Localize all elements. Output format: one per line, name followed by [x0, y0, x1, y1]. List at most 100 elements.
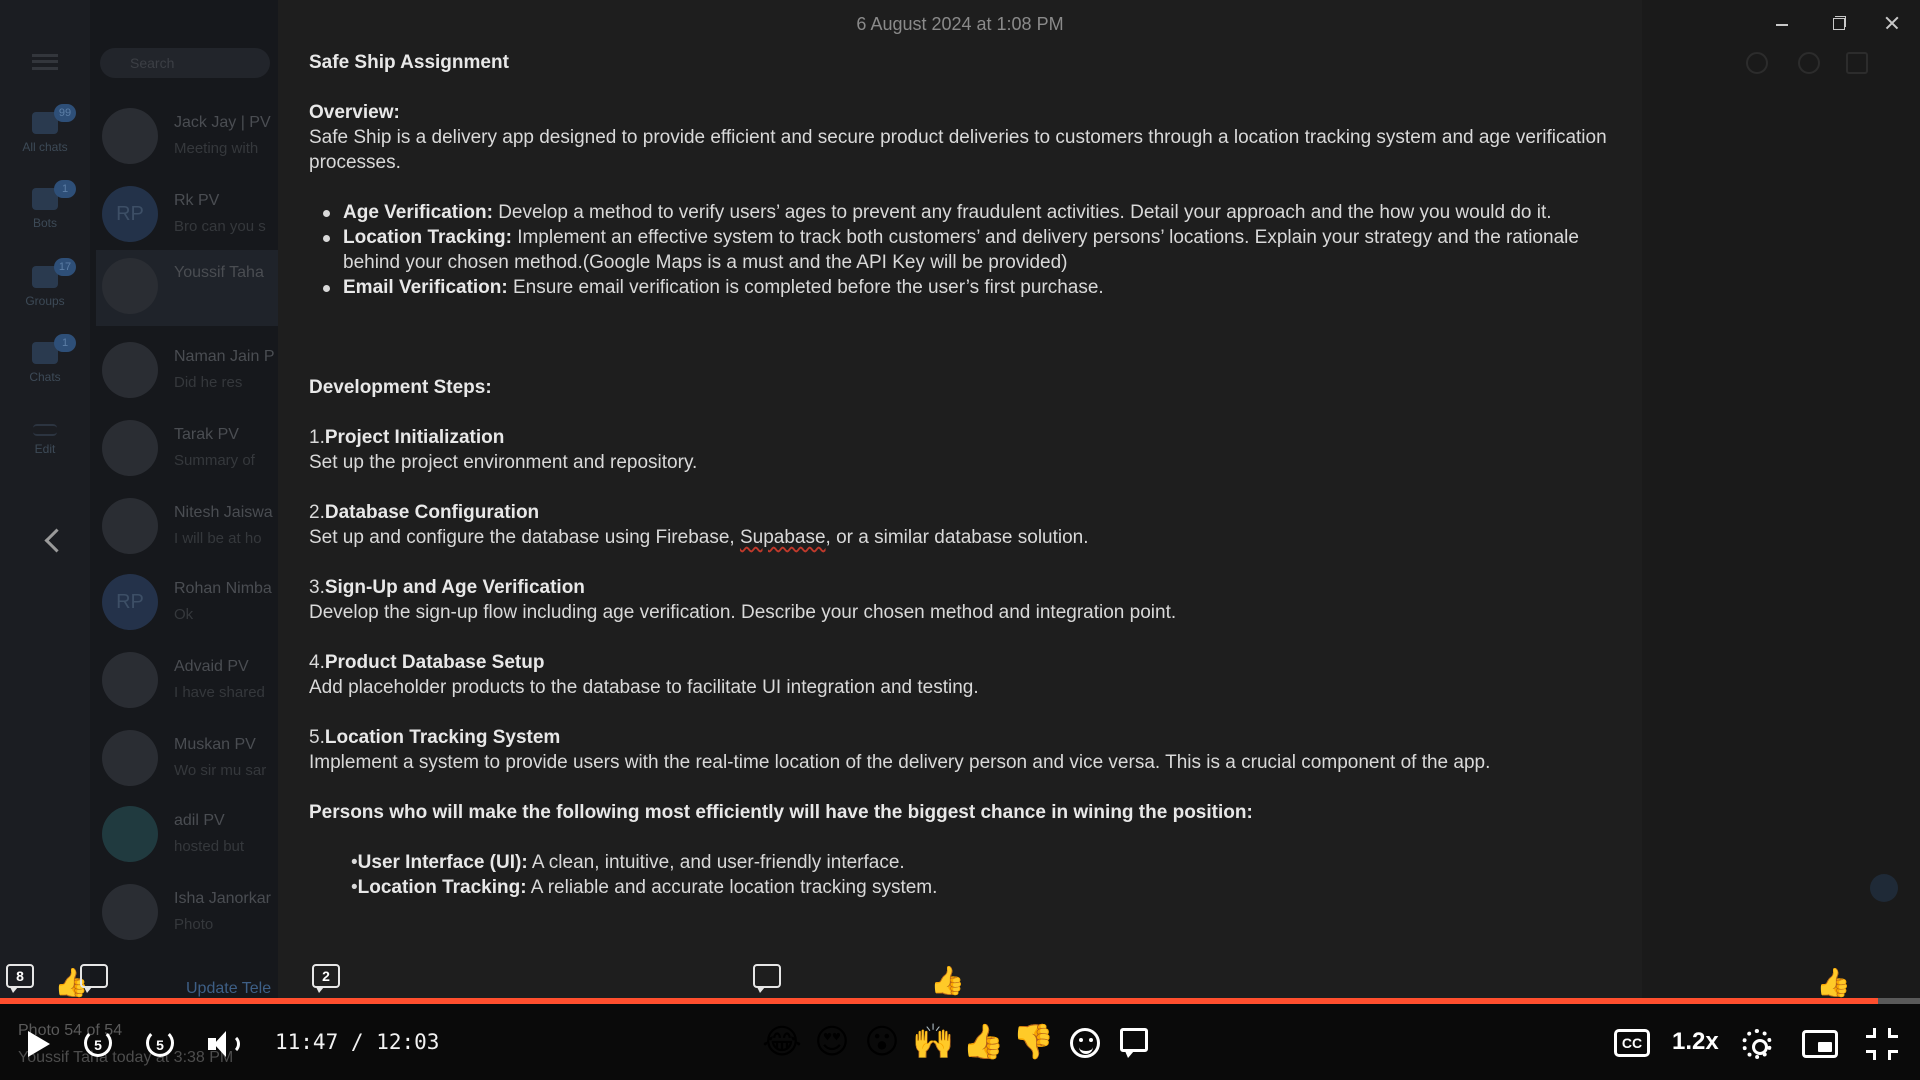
previous-photo-button[interactable] — [44, 525, 62, 555]
requirements-list: Age Verification: Develop a method to ve… — [309, 200, 1629, 300]
chat-list-item-active: Youssif Taha — [96, 250, 282, 326]
reaction-thumbs-down[interactable]: 👎 — [1012, 1022, 1054, 1062]
comment-button-icon[interactable] — [1120, 1028, 1148, 1058]
avatar — [102, 806, 158, 862]
chat-name: adil PV — [174, 812, 225, 829]
step-desc-text: , or a similar database solution. — [825, 527, 1089, 548]
step-desc: Add placeholder products to the database… — [309, 677, 979, 698]
chat-list-item: Muskan PV Wo sir mu sar — [96, 722, 282, 792]
folder-chats: 1 Chats — [12, 334, 78, 402]
rewind-5-button[interactable]: 5 — [82, 1027, 118, 1061]
comment-count-marker[interactable]: 8 — [6, 964, 34, 993]
comment-count-marker[interactable]: 2 — [312, 964, 340, 993]
chat-preview: Did he res — [174, 374, 243, 391]
requirement-item: Location Tracking: Implement an effectiv… — [309, 225, 1629, 275]
chat-name: Rk PV — [174, 192, 220, 209]
video-player[interactable]: 99 All chats 1 Bots 17 Groups 1 Chats Ed… — [0, 0, 1920, 1080]
criteria-heading: Persons who will make the following most… — [309, 802, 1253, 823]
minimize-button[interactable] — [1764, 10, 1800, 36]
folder-groups: 17 Groups — [12, 258, 78, 326]
thumbs-up-marker-icon[interactable]: 👍 — [1816, 966, 1851, 999]
step-number: 5. — [309, 727, 325, 748]
avatar — [102, 730, 158, 786]
chat-list-item: RP Rk PV Bro can you s — [96, 178, 282, 248]
add-reaction-icon[interactable] — [1070, 1028, 1100, 1058]
step-title: 4.Product Database Setup — [309, 650, 1629, 675]
step-title: 5.Location Tracking System — [309, 725, 1629, 750]
criteria-text: A clean, intuitive, and user-friendly in… — [527, 852, 905, 873]
captions-button[interactable]: CC — [1614, 1029, 1650, 1057]
step-title-text: Sign-Up and Age Verification — [324, 577, 585, 598]
phone-icon — [1798, 52, 1820, 74]
folder-badge: 99 — [54, 104, 76, 122]
reaction-bar: 😂 😍 😮 🙌 👍 👎 — [762, 1022, 1054, 1064]
chevron-down-icon — [1870, 908, 1898, 936]
play-button[interactable] — [26, 1027, 50, 1061]
playback-speed-button[interactable]: 1.2x — [1672, 1028, 1719, 1056]
search-icon — [1746, 52, 1768, 74]
thumbs-up-marker-icon[interactable]: 👍 — [930, 964, 965, 997]
close-button[interactable] — [1874, 10, 1910, 36]
requirement-text: Implement an effective system to track b… — [343, 227, 1579, 273]
reaction-thumbs-up[interactable]: 👍 — [962, 1022, 1004, 1062]
forward-5-button[interactable]: 5 — [144, 1027, 180, 1061]
chat-name: Rohan Nimba — [174, 580, 272, 597]
criteria-bullet: • — [351, 852, 358, 873]
avatar — [102, 498, 158, 554]
volume-button[interactable] — [206, 1027, 242, 1061]
chat-preview: Summary of — [174, 452, 255, 469]
time-separator: / — [350, 1030, 364, 1054]
exit-fullscreen-icon[interactable] — [1866, 1028, 1898, 1060]
chat-preview: Meeting with — [174, 140, 259, 157]
folder-bots: 1 Bots — [12, 180, 78, 248]
chat-name: Isha Janorkar — [174, 890, 271, 907]
photo-date: 6 August 2024 at 1:08 PM — [856, 14, 1064, 34]
search-placeholder: Search — [130, 55, 175, 71]
chat-name: Naman Jain P — [174, 348, 275, 365]
requirement-label: Location Tracking: — [343, 227, 512, 248]
folder-edit: Edit — [12, 420, 78, 480]
folder-badge: 1 — [54, 334, 76, 352]
overview-heading: Overview: — [309, 102, 400, 123]
restore-button[interactable] — [1820, 10, 1856, 36]
sidebar-toggle-icon — [1846, 52, 1868, 74]
document-view: 6 August 2024 at 1:08 PM Safe Ship Assig… — [278, 0, 1642, 1000]
chat-preview: Ok — [174, 606, 194, 623]
reaction-laugh[interactable]: 😂 — [762, 1022, 802, 1062]
step-title-text: Database Configuration — [324, 502, 540, 523]
step-desc-text: Set up and configure the database using … — [309, 527, 740, 548]
criteria-bullet: • — [351, 877, 358, 898]
step-number: 3. — [309, 577, 325, 598]
chat-preview: I will be at ho — [174, 530, 262, 547]
step-desc: Set up the project environment and repos… — [309, 452, 698, 473]
chat-list-item: Advaid PV I have shared — [96, 644, 282, 714]
folder-label: Chats — [29, 370, 61, 384]
folder-badge: 1 — [54, 180, 76, 198]
chat-name: Muskan PV — [174, 736, 256, 753]
step-desc: Implement a system to provide users with… — [309, 752, 1491, 773]
avatar — [102, 108, 158, 164]
chat-list-item: Isha Janorkar Photo — [96, 876, 282, 946]
comment-marker-icon[interactable] — [753, 964, 781, 993]
folder-label: All chats — [22, 140, 68, 154]
avatar — [102, 258, 158, 314]
settings-gear-icon[interactable] — [1742, 1029, 1772, 1059]
reaction-surprised[interactable]: 😮 — [862, 1022, 902, 1062]
reaction-heart-eyes[interactable]: 😍 — [812, 1022, 852, 1062]
criteria-item: •User Interface (UI): A clean, intuitive… — [309, 850, 1629, 875]
timecode: 11:47 / 12:03 — [275, 1030, 439, 1054]
dev-steps-heading: Development Steps: — [309, 377, 492, 398]
update-telegram-link: Update Tele — [186, 980, 272, 997]
picture-in-picture-button[interactable] — [1802, 1030, 1838, 1058]
step-title-text: Project Initialization — [324, 427, 505, 448]
step-number: 4. — [309, 652, 325, 673]
comment-marker-icon[interactable] — [80, 964, 108, 993]
menu-icon — [32, 54, 58, 70]
reaction-raised-hands[interactable]: 🙌 — [912, 1022, 954, 1062]
chat-list-item: Nitesh Jaiswa I will be at ho — [96, 490, 282, 560]
avatar: RP — [102, 574, 158, 630]
step-title: 1.Project Initialization — [309, 425, 1629, 450]
document-body: Safe Ship Assignment Overview: Safe Ship… — [309, 50, 1629, 900]
step-title: 2.Database Configuration — [309, 500, 1629, 525]
step-title: 3.Sign-Up and Age Verification — [309, 575, 1629, 600]
